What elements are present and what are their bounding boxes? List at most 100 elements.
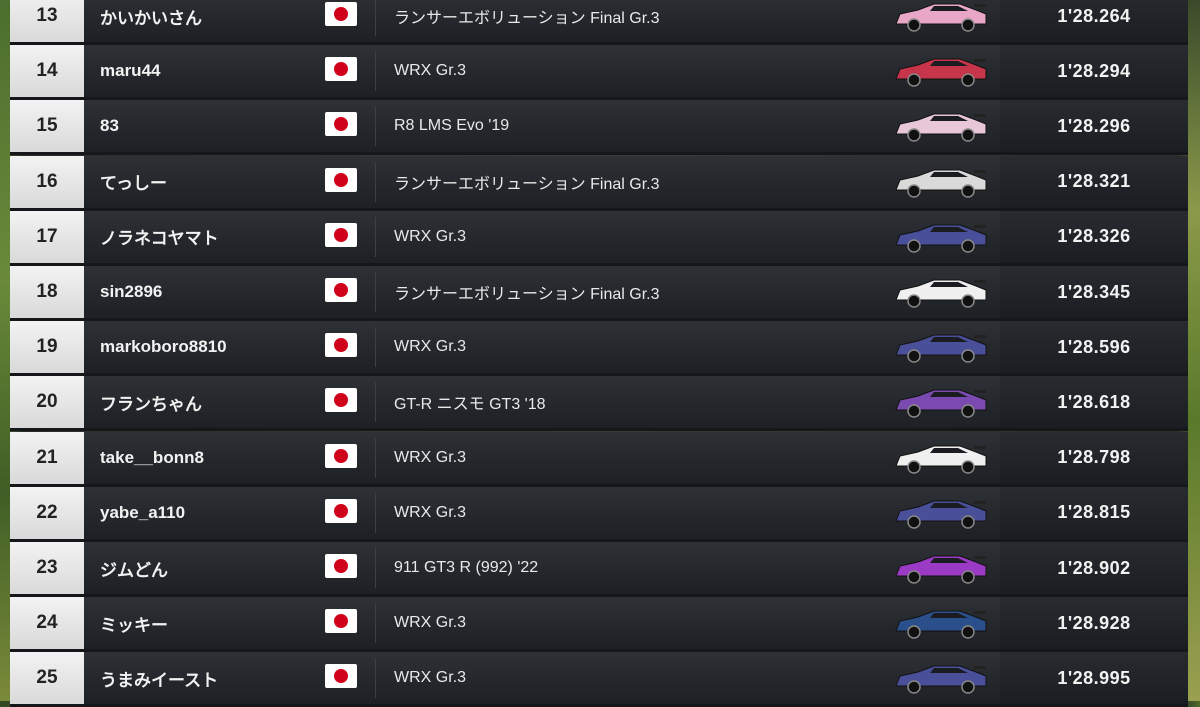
rank-badge: 15 xyxy=(10,100,84,153)
car-name: WRX Gr.3 xyxy=(394,669,467,687)
japan-flag-icon xyxy=(325,498,357,523)
player-name: sin2896 xyxy=(100,282,163,301)
lap-time: 1'28.798 xyxy=(1057,447,1131,468)
car-name: WRX Gr.3 xyxy=(394,62,467,80)
race-car-icon xyxy=(895,3,987,32)
table-row[interactable]: 25 うまみイースト WRX Gr.3 1'28.995 xyxy=(10,652,1188,707)
column-divider xyxy=(375,658,376,699)
table-row[interactable]: 14 maru44 WRX Gr.3 1'28.294 xyxy=(10,45,1188,101)
time-cell: 1'28.264 xyxy=(1000,0,1188,42)
rank-badge: 16 xyxy=(10,155,84,208)
time-cell: 1'28.596 xyxy=(1000,321,1188,374)
time-cell: 1'28.902 xyxy=(1000,542,1188,594)
table-row[interactable]: 17 ノラネコヤマト WRX Gr.3 1'28.326 xyxy=(10,210,1188,266)
table-row[interactable]: 16 てっしー ランサーエボリューション Final Gr.3 1'28.321 xyxy=(10,155,1188,211)
japan-flag-icon xyxy=(325,112,357,137)
lap-time: 1'28.815 xyxy=(1057,502,1131,523)
column-divider xyxy=(375,603,376,644)
japan-flag-icon xyxy=(325,554,357,578)
column-divider xyxy=(375,161,376,202)
car-name: ランサーエボリューション Final Gr.3 xyxy=(394,10,660,27)
player-name: てっしー xyxy=(100,174,167,194)
rank-badge: 17 xyxy=(10,210,84,263)
car-name: WRX Gr.3 xyxy=(394,227,467,245)
car-name: R8 LMS Evo '19 xyxy=(394,117,510,135)
table-row[interactable]: 23 ジムどん 911 GT3 R (992) '22 1'28.902 xyxy=(10,542,1188,597)
rank-badge: 18 xyxy=(10,266,84,318)
rank-badge: 22 xyxy=(10,486,84,539)
table-row[interactable]: 13 かいかいさん ランサーエボリューション Final Gr.3 1'28.2… xyxy=(10,0,1188,45)
lap-time: 1'28.995 xyxy=(1057,667,1131,688)
car-name: WRX Gr.3 xyxy=(394,503,467,521)
time-cell: 1'28.815 xyxy=(1000,486,1188,539)
player-name: かいかいさん xyxy=(100,8,202,28)
japan-flag-icon xyxy=(325,222,357,247)
rank-badge: 14 xyxy=(10,45,84,98)
table-row[interactable]: 22 yabe_a110 WRX Gr.3 1'28.815 xyxy=(10,486,1188,542)
table-row[interactable]: 20 フランちゃん GT-R ニスモ GT3 '18 1'28.618 xyxy=(10,376,1188,432)
rank-badge: 13 xyxy=(10,0,84,42)
race-car-icon xyxy=(895,445,987,474)
japan-flag-icon xyxy=(325,609,357,634)
table-row[interactable]: 19 markoboro8810 WRX Gr.3 1'28.596 xyxy=(10,321,1188,377)
race-car-icon xyxy=(895,169,987,198)
rank-badge: 19 xyxy=(10,321,84,374)
lap-time: 1'28.326 xyxy=(1057,226,1131,247)
race-car-icon xyxy=(895,279,987,308)
time-cell: 1'28.296 xyxy=(1000,100,1188,153)
column-divider xyxy=(375,216,376,257)
time-cell: 1'28.995 xyxy=(1000,652,1188,705)
race-car-icon xyxy=(895,224,987,253)
player-name: うまみイースト xyxy=(100,670,219,690)
japan-flag-icon xyxy=(325,2,357,26)
rank-badge: 20 xyxy=(10,376,84,429)
rank-badge: 21 xyxy=(10,431,84,484)
lap-time: 1'28.345 xyxy=(1057,281,1131,302)
player-name: yabe_a110 xyxy=(100,502,186,522)
japan-flag-icon xyxy=(325,443,357,468)
player-name: ジムどん xyxy=(100,560,168,580)
japan-flag-icon xyxy=(325,664,357,689)
time-cell: 1'28.798 xyxy=(1000,431,1188,484)
race-car-icon xyxy=(895,334,987,363)
player-name: フランちゃん xyxy=(100,394,202,414)
table-row[interactable]: 18 sin2896 ランサーエボリューション Final Gr.3 1'28.… xyxy=(10,266,1188,321)
column-divider xyxy=(375,272,376,312)
column-divider xyxy=(375,437,376,478)
japan-flag-icon xyxy=(325,333,357,358)
player-name: take__bonn8 xyxy=(100,447,204,467)
table-row[interactable]: 15 83 R8 LMS Evo '19 1'28.296 xyxy=(10,100,1188,156)
race-car-icon xyxy=(895,389,987,419)
lap-time: 1'28.596 xyxy=(1057,336,1131,357)
race-car-icon xyxy=(895,113,987,143)
race-car-icon xyxy=(895,610,987,639)
rank-badge: 23 xyxy=(10,542,84,594)
car-name: 911 GT3 R (992) '22 xyxy=(394,559,539,576)
table-row[interactable]: 21 take__bonn8 WRX Gr.3 1'28.798 xyxy=(10,431,1188,487)
car-name: ランサーエボリューション Final Gr.3 xyxy=(394,175,660,193)
japan-flag-icon xyxy=(325,57,357,82)
table-row[interactable]: 24 ミッキー WRX Gr.3 1'28.928 xyxy=(10,597,1188,653)
player-name: ミッキー xyxy=(100,615,168,635)
time-cell: 1'28.618 xyxy=(1000,376,1188,429)
time-cell: 1'28.345 xyxy=(1000,266,1188,318)
column-divider xyxy=(375,492,376,533)
japan-flag-icon xyxy=(325,388,357,413)
lap-time: 1'28.902 xyxy=(1057,557,1131,578)
column-divider xyxy=(375,106,376,147)
player-name: ノラネコヤマト xyxy=(100,229,219,249)
background-foliage-right xyxy=(1188,0,1200,701)
background-foliage-left xyxy=(0,0,10,701)
time-cell: 1'28.321 xyxy=(1000,155,1188,208)
column-divider xyxy=(375,327,376,368)
player-name: maru44 xyxy=(100,61,161,81)
lap-time: 1'28.618 xyxy=(1057,391,1131,412)
race-car-icon xyxy=(895,58,987,87)
rank-badge: 24 xyxy=(10,597,84,650)
column-divider xyxy=(375,51,376,92)
time-cell: 1'28.294 xyxy=(1000,45,1188,98)
time-cell: 1'28.326 xyxy=(1000,210,1188,263)
lap-time: 1'28.294 xyxy=(1057,60,1131,81)
car-name: WRX Gr.3 xyxy=(394,614,467,632)
time-cell: 1'28.928 xyxy=(1000,597,1188,650)
